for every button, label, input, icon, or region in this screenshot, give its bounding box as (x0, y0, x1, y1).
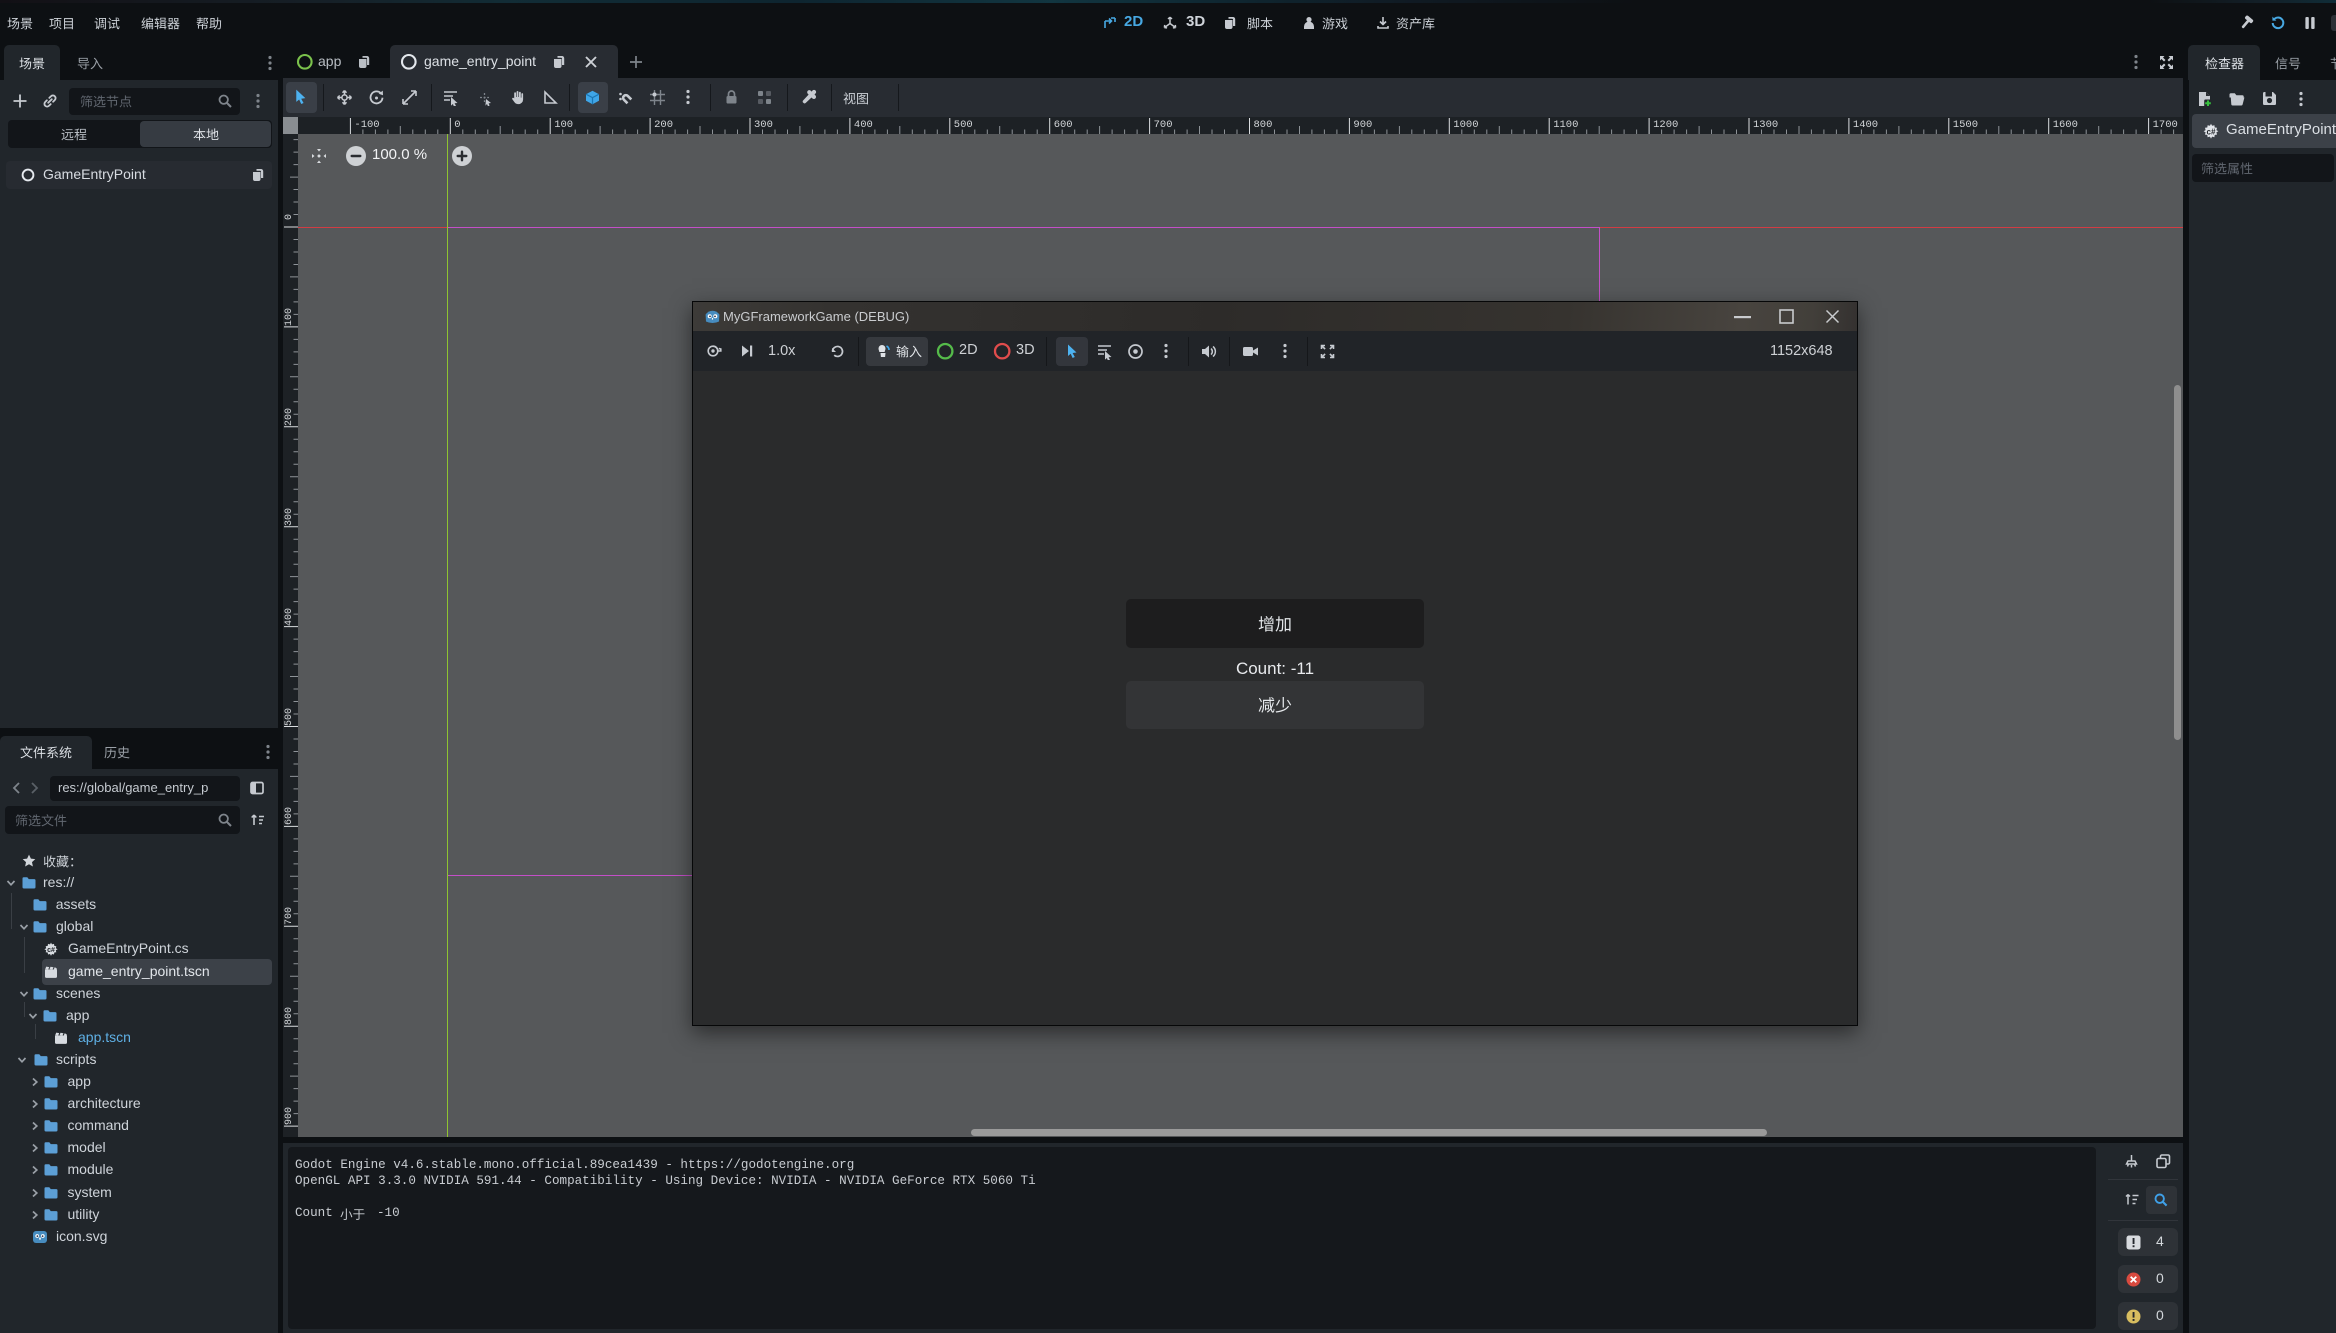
svg-text:c#: c# (2207, 128, 2216, 137)
svg-text:c#: c# (47, 948, 55, 955)
